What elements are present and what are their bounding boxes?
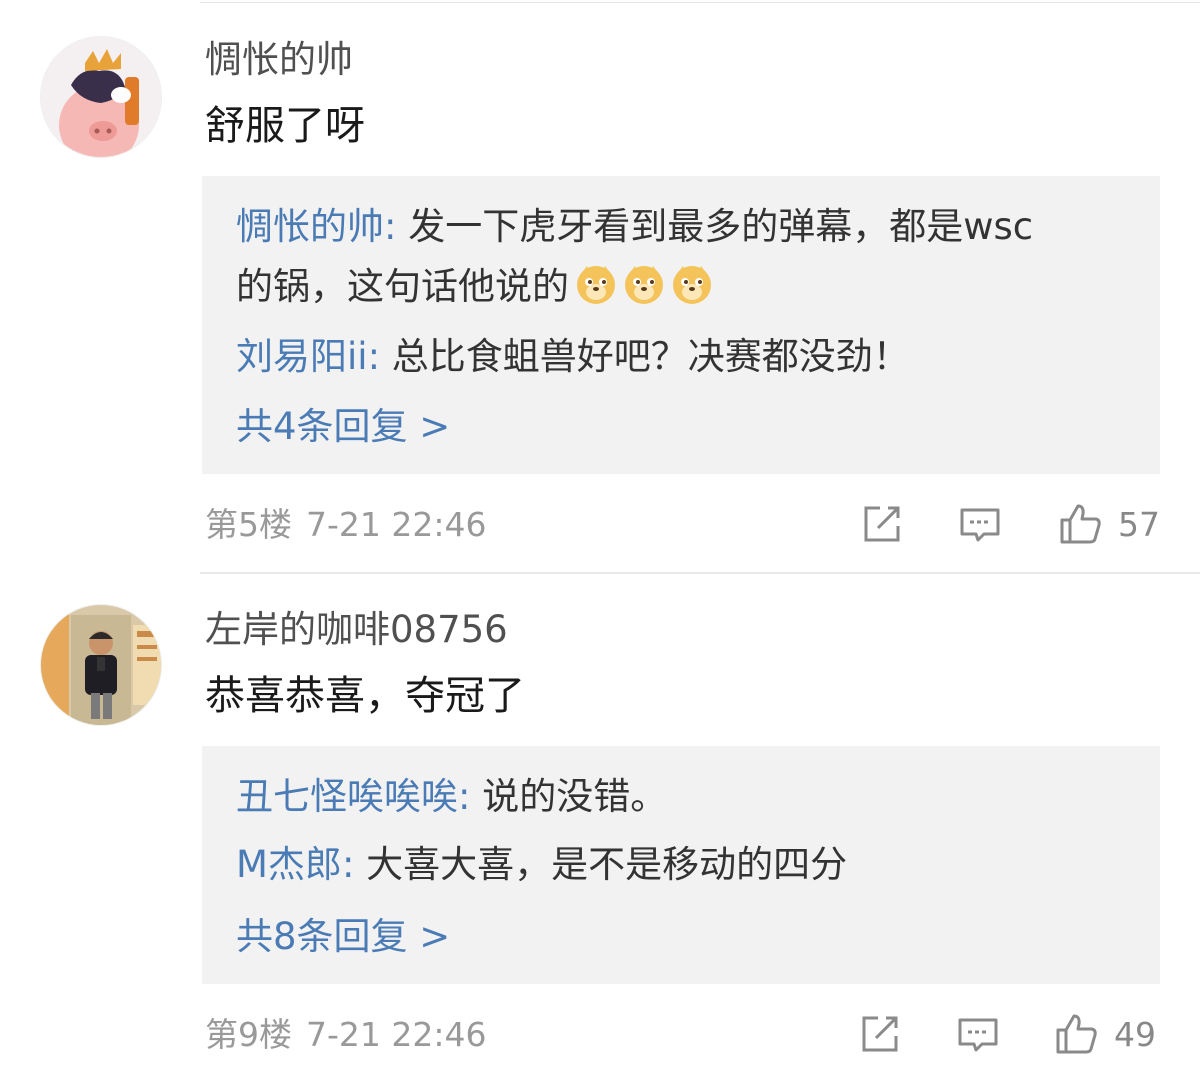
comment-footer: 第9楼 7-21 22:46 49 xyxy=(0,1006,1200,1066)
comment-time: 7-21 22:46 xyxy=(306,1015,487,1054)
top-divider xyxy=(200,2,1200,3)
reply-box[interactable]: 丑七怪唉唉唉: 说的没错。 M杰郎: 大喜大喜，是不是移动的四分 共8条回复 > xyxy=(202,746,1160,984)
reply-box[interactable]: 惆怅的帅: 发一下虎牙看到最多的弹幕，都是wsc 的锅，这句话他说的 刘易阳ii… xyxy=(202,176,1160,474)
reply-text: 发一下虎牙看到最多的弹幕，都是wsc xyxy=(396,205,1034,248)
comment-username[interactable]: 左岸的咖啡08756 xyxy=(205,608,508,652)
reply-text: 总比食蛆兽好吧？决赛都没劲！ xyxy=(380,335,910,378)
reply-item[interactable]: M杰郎: 大喜大喜，是不是移动的四分 xyxy=(236,834,1130,896)
thumbs-up-icon[interactable] xyxy=(1052,1010,1100,1058)
more-replies-link[interactable]: 共8条回复 > xyxy=(236,912,450,962)
floor-number: 第9楼 xyxy=(205,1015,292,1054)
reply-separator: : xyxy=(341,843,355,886)
reply-separator: : xyxy=(367,335,381,378)
reply-username[interactable]: 刘易阳ii xyxy=(236,335,368,378)
reply-username[interactable]: 惆怅的帅 xyxy=(236,205,384,248)
comment-meta: 第5楼 7-21 22:46 xyxy=(205,500,487,550)
comment-text: 舒服了呀 xyxy=(205,103,365,149)
reply-text: 的锅，这句话他说的 xyxy=(236,265,569,308)
reply-username[interactable]: 丑七怪唉唉唉 xyxy=(236,775,458,818)
floor-number: 第5楼 xyxy=(205,505,292,544)
doge-emoji-icon xyxy=(577,266,615,304)
comment-text: 恭喜恭喜，夺冠了 xyxy=(205,673,525,719)
reply-item-continued: 的锅，这句话他说的 xyxy=(236,256,1130,318)
reply-separator: : xyxy=(458,775,471,818)
avatar[interactable] xyxy=(40,604,162,726)
share-icon[interactable] xyxy=(856,1010,904,1058)
doge-emoji-icon xyxy=(673,266,711,304)
avatar-image xyxy=(41,37,161,157)
share-icon[interactable] xyxy=(858,500,906,548)
comment-time: 7-21 22:46 xyxy=(306,505,487,544)
thumbs-up-icon[interactable] xyxy=(1056,500,1104,548)
like-count: 49 xyxy=(1114,1015,1156,1054)
comment-divider xyxy=(200,572,1200,574)
reply-username[interactable]: M杰郎 xyxy=(236,843,342,886)
like-count: 57 xyxy=(1118,505,1160,544)
reply-text: 说的没错。 xyxy=(470,775,668,818)
reply-item[interactable]: 刘易阳ii: 总比食蛆兽好吧？决赛都没劲！ xyxy=(236,326,1130,388)
comment-username[interactable]: 惆怅的帅 xyxy=(205,38,353,82)
reply-separator: : xyxy=(384,205,397,248)
comment-icon[interactable] xyxy=(954,1010,1002,1058)
avatar[interactable] xyxy=(40,36,162,158)
doge-emoji-icon xyxy=(625,266,663,304)
avatar-image xyxy=(41,605,161,725)
more-replies-link[interactable]: 共4条回复 > xyxy=(236,402,450,452)
reply-item[interactable]: 惆怅的帅: 发一下虎牙看到最多的弹幕，都是wsc xyxy=(236,196,1130,258)
reply-item[interactable]: 丑七怪唉唉唉: 说的没错。 xyxy=(236,766,1130,828)
reply-text: 大喜大喜，是不是移动的四分 xyxy=(354,843,848,886)
comment-icon[interactable] xyxy=(956,500,1004,548)
comment-meta: 第9楼 7-21 22:46 xyxy=(205,1010,487,1060)
comment-footer: 第5楼 7-21 22:46 57 xyxy=(0,496,1200,556)
